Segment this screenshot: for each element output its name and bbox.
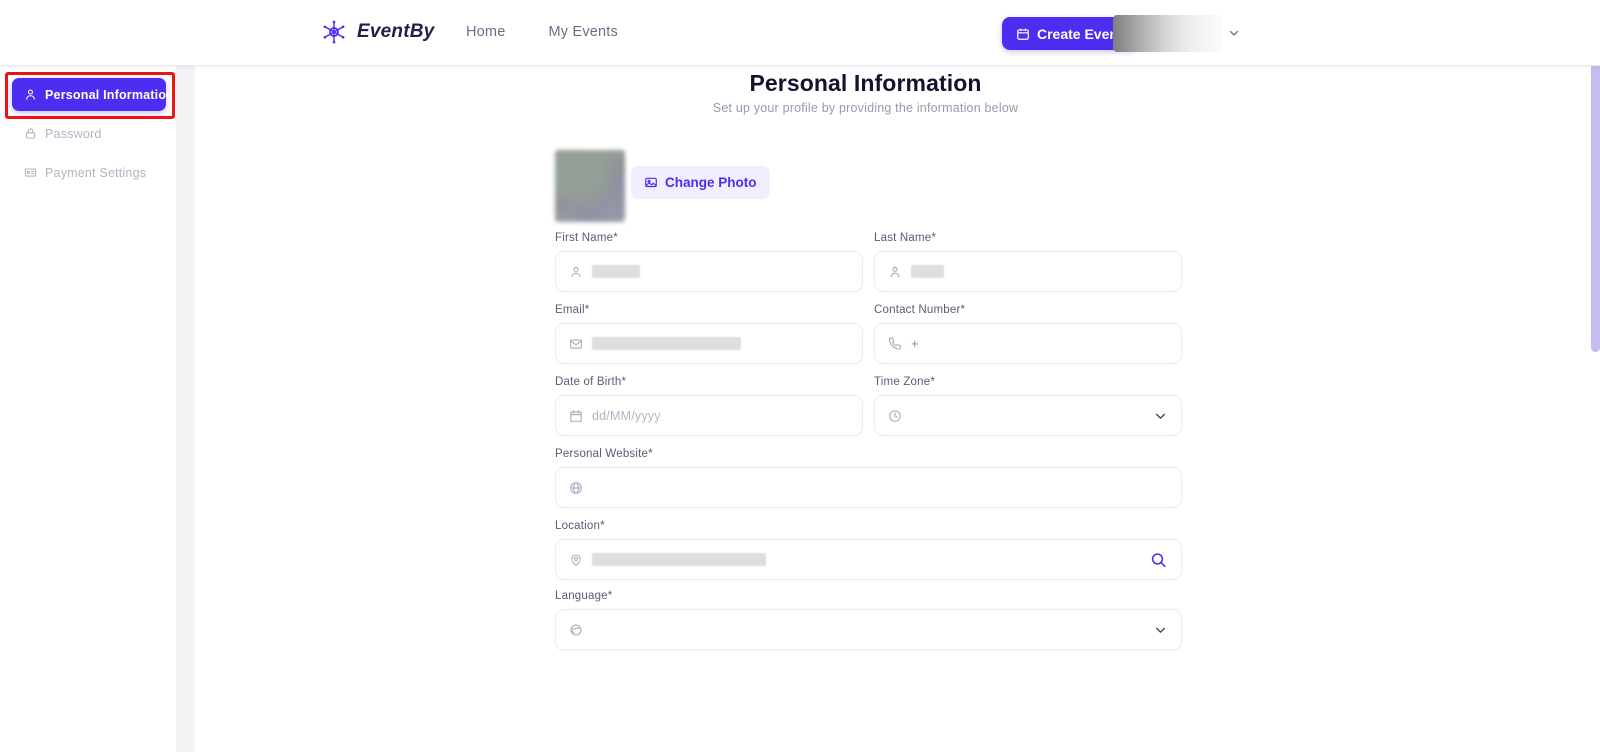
sidebar-item-label: Personal Information <box>45 87 175 102</box>
image-upload-icon <box>645 177 657 187</box>
page-scrollbar-thumb[interactable] <box>1591 42 1600 352</box>
redacted-value <box>911 265 944 278</box>
field-label: First Name* <box>555 232 618 244</box>
chevron-down-icon[interactable] <box>1154 409 1167 422</box>
email-input[interactable] <box>555 323 863 364</box>
brand-name: EventBy <box>357 21 435 42</box>
language-globe-icon <box>570 623 582 636</box>
chevron-down-icon[interactable] <box>1228 27 1240 39</box>
user-icon <box>890 266 900 277</box>
phone-icon <box>888 337 901 350</box>
field-first-name: First Name* <box>555 232 863 292</box>
globe-icon <box>570 481 582 494</box>
layout-gutter <box>176 66 195 752</box>
search-icon[interactable] <box>1150 551 1167 568</box>
calendar-icon <box>570 409 582 422</box>
calendar-icon <box>1017 28 1029 40</box>
lock-icon <box>25 128 36 139</box>
personal-information-form: Change Photo First Name* Last Name* Emai… <box>195 66 1536 752</box>
redacted-value <box>592 265 640 278</box>
sidebar-item-password[interactable]: Password <box>12 117 166 150</box>
last-name-input[interactable] <box>874 251 1182 292</box>
map-pin-icon <box>571 553 581 566</box>
field-label: Location* <box>555 520 605 532</box>
nav-my-events[interactable]: My Events <box>548 24 618 40</box>
main-content: Personal Information Set up your profile… <box>195 66 1593 752</box>
language-select[interactable] <box>555 609 1182 650</box>
field-location: Location* <box>555 520 1182 580</box>
field-personal-website: Personal Website* <box>555 448 1182 508</box>
date-of-birth-placeholder: dd/MM/yyyy <box>592 408 661 423</box>
chevron-down-icon[interactable] <box>1154 623 1167 636</box>
snowflake-logo-icon <box>323 20 345 44</box>
personal-website-input[interactable] <box>555 467 1182 508</box>
field-contact-number: Contact Number* + <box>874 304 1182 364</box>
field-label: Contact Number* <box>874 304 966 316</box>
time-zone-select[interactable] <box>874 395 1182 436</box>
location-input[interactable] <box>555 539 1182 580</box>
nav-home[interactable]: Home <box>466 24 505 40</box>
field-label: Time Zone* <box>874 376 936 388</box>
redacted-value <box>592 553 766 566</box>
main-nav: Home My Events <box>466 24 618 40</box>
contact-number-input[interactable]: + <box>874 323 1182 364</box>
brand-logo[interactable]: EventBy <box>320 18 434 46</box>
profile-photo[interactable] <box>555 150 625 222</box>
field-label: Email* <box>555 304 590 316</box>
sidebar-item-label: Password <box>45 126 102 141</box>
sidebar-item-personal-information[interactable]: Personal Information <box>12 78 174 111</box>
clock-icon <box>889 409 901 422</box>
change-photo-button[interactable]: Change Photo <box>631 166 770 199</box>
field-time-zone: Time Zone* <box>874 376 1182 436</box>
sidebar-item-payment-settings[interactable]: Payment Settings <box>12 156 166 189</box>
app-header: EventBy Home My Events Create Event <box>0 0 1600 66</box>
field-label: Last Name* <box>874 232 937 244</box>
redacted-value <box>592 337 741 350</box>
field-language: Language* <box>555 590 1182 650</box>
date-of-birth-input[interactable]: dd/MM/yyyy <box>555 395 863 436</box>
phone-country-prefix: + <box>911 336 919 351</box>
field-last-name: Last Name* <box>874 232 1182 292</box>
field-label: Language* <box>555 590 613 602</box>
credit-card-icon <box>24 168 37 177</box>
app-root: EventBy Home My Events Create Event Pers… <box>0 0 1600 752</box>
user-icon <box>571 266 581 277</box>
field-date-of-birth: Date of Birth* dd/MM/yyyy <box>555 376 863 436</box>
user-account-avatar[interactable] <box>1113 15 1223 52</box>
sidebar-item-label: Payment Settings <box>45 165 147 180</box>
first-name-input[interactable] <box>555 251 863 292</box>
settings-sidebar: Personal Information Password Payment Se… <box>0 66 176 752</box>
field-email: Email* <box>555 304 863 364</box>
change-photo-label: Change Photo <box>665 175 757 190</box>
mail-icon <box>570 338 582 349</box>
user-icon <box>26 89 35 100</box>
create-event-label: Create Event <box>1037 25 1123 42</box>
field-label: Date of Birth* <box>555 376 627 388</box>
field-label: Personal Website* <box>555 448 653 460</box>
